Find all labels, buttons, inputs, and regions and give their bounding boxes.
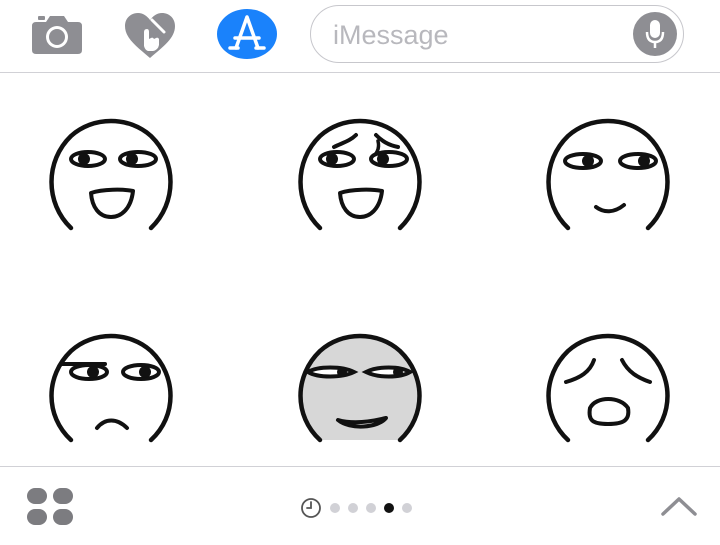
message-input-placeholder: iMessage xyxy=(333,20,449,50)
sticker-smug-laughing-face[interactable] xyxy=(290,111,430,251)
sticker-grey-smirk-face[interactable] xyxy=(290,326,430,466)
chevron-up-icon[interactable] xyxy=(660,494,698,518)
message-toolbar: iMessage xyxy=(0,0,720,73)
message-input[interactable]: iMessage xyxy=(310,5,684,63)
page-dot[interactable] xyxy=(402,503,412,513)
app-drawer-grid-icon[interactable] xyxy=(26,487,74,527)
page-dot-active[interactable] xyxy=(384,503,394,513)
camera-icon[interactable] xyxy=(30,12,84,56)
page-indicator[interactable] xyxy=(300,496,412,520)
sticker-drawer-footer xyxy=(0,466,720,545)
sticker-grid xyxy=(0,73,720,466)
recents-clock-icon[interactable] xyxy=(300,497,322,519)
digital-touch-icon[interactable] xyxy=(122,12,178,60)
footer-divider xyxy=(0,466,720,467)
sticker-frowning-face[interactable] xyxy=(41,326,181,466)
app-store-icon[interactable] xyxy=(216,8,278,60)
page-dot[interactable] xyxy=(348,503,358,513)
microphone-icon[interactable] xyxy=(633,12,677,56)
page-dot[interactable] xyxy=(366,503,376,513)
sticker-distressed-face[interactable] xyxy=(538,326,678,466)
sticker-laughing-face[interactable] xyxy=(41,111,181,251)
sticker-sly-smile-face[interactable] xyxy=(538,111,678,251)
page-dot[interactable] xyxy=(330,503,340,513)
